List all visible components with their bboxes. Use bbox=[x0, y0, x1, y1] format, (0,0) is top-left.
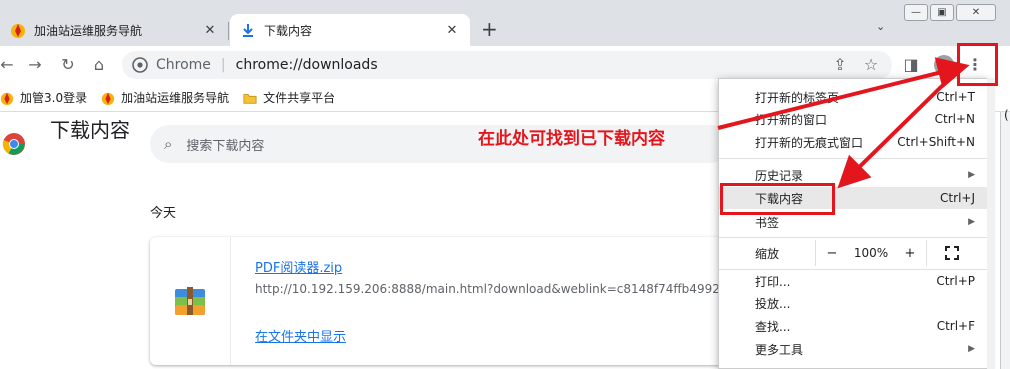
reload-icon[interactable]: ↻ bbox=[57, 54, 79, 76]
zoom-level: 100% bbox=[853, 246, 889, 260]
submenu-arrow-icon: ▶ bbox=[968, 344, 975, 354]
share-icon[interactable]: ⇪ bbox=[829, 54, 851, 76]
cnpc-logo-icon bbox=[11, 24, 25, 38]
menu-separator bbox=[719, 237, 989, 238]
chrome-main-menu: 打开新的标签页 Ctrl+T 打开新的窗口 Ctrl+N 打开新的无痕式窗口 C… bbox=[718, 78, 989, 369]
close-tab-icon[interactable]: ✕ bbox=[202, 23, 218, 38]
omnibox-brand: Chrome bbox=[156, 57, 211, 73]
adjacent-window-text: ( bbox=[1004, 108, 1009, 122]
bookmark-label: 加管3.0登录 bbox=[20, 91, 88, 105]
submenu-arrow-icon: ▶ bbox=[968, 217, 975, 227]
chrome-logo-icon bbox=[132, 57, 148, 73]
menu-item-new-incognito[interactable]: 打开新的无痕式窗口 Ctrl+Shift+N bbox=[719, 131, 989, 153]
tab-separator bbox=[228, 22, 229, 40]
menu-item-new-window[interactable]: 打开新的窗口 Ctrl+N bbox=[719, 108, 989, 130]
menu-item-cast[interactable]: 投放... bbox=[719, 292, 989, 314]
download-source-url: http://10.192.159.206:8888/main.html?dow… bbox=[255, 282, 740, 296]
minimize-button[interactable]: — bbox=[904, 4, 928, 21]
menu-item-more-tools[interactable]: 更多工具 ▶ bbox=[719, 338, 989, 360]
zoom-out-button[interactable]: − bbox=[816, 246, 848, 261]
fullscreen-icon[interactable] bbox=[945, 246, 959, 260]
omnibox-url[interactable]: chrome://downloads bbox=[236, 57, 378, 73]
window-controls: — ▣ ✕ bbox=[904, 4, 996, 21]
cnpc-logo-icon bbox=[0, 92, 14, 105]
new-tab-button[interactable]: + bbox=[481, 17, 498, 41]
bookmark-item[interactable]: 文件共享平台 bbox=[243, 89, 335, 106]
bookmark-label: 文件共享平台 bbox=[263, 91, 336, 105]
annotation-box-menu-button bbox=[957, 43, 998, 86]
date-section-label: 今天 bbox=[150, 206, 177, 221]
menu-zoom-row: 缩放 − 100% + bbox=[719, 240, 989, 266]
menu-item-print[interactable]: 打印... Ctrl+P bbox=[719, 270, 989, 292]
menu-item-find[interactable]: 查找... Ctrl+F bbox=[719, 315, 989, 337]
search-placeholder: 搜索下载内容 bbox=[186, 138, 265, 154]
search-icon: ⌕ bbox=[164, 135, 173, 153]
close-tab-icon[interactable]: ✕ bbox=[444, 23, 460, 38]
browser-window: 加油站运维服务导航 ✕ 下载内容 ✕ + ⌄ — ▣ ✕ ← → ↻ ⌂ Chr… bbox=[0, 0, 1010, 369]
menu-separator bbox=[719, 158, 989, 159]
profile-avatar[interactable] bbox=[934, 55, 954, 75]
bookmark-label: 加油站运维服务导航 bbox=[121, 91, 230, 105]
close-window-button[interactable]: ✕ bbox=[956, 4, 996, 21]
menu-scrollbar[interactable] bbox=[987, 78, 995, 369]
card-divider bbox=[230, 237, 231, 365]
annotation-callout-text: 在此处可找到已下载内容 bbox=[478, 129, 665, 149]
bookmark-item[interactable]: 加油站运维服务导航 bbox=[101, 89, 229, 106]
side-panel-icon[interactable]: ◨ bbox=[900, 54, 922, 76]
cnpc-logo-icon bbox=[101, 92, 115, 105]
submenu-arrow-icon: ▶ bbox=[968, 170, 975, 180]
adjacent-window-edge bbox=[1000, 112, 1010, 369]
home-icon[interactable]: ⌂ bbox=[88, 54, 110, 76]
download-filename-link[interactable]: PDF阅读器.zip bbox=[255, 257, 342, 276]
page-title: 下载内容 bbox=[50, 118, 130, 142]
show-in-folder-link[interactable]: 在文件夹中显示 bbox=[255, 326, 346, 345]
tab-service-nav[interactable]: 加油站运维服务导航 ✕ bbox=[0, 14, 228, 46]
menu-item-new-tab[interactable]: 打开新的标签页 Ctrl+T bbox=[719, 86, 989, 108]
tab-title: 下载内容 bbox=[264, 23, 313, 38]
address-bar[interactable]: Chrome | chrome://downloads bbox=[122, 51, 892, 79]
zip-archive-icon bbox=[175, 287, 205, 315]
tab-strip: 加油站运维服务导航 ✕ 下载内容 ✕ + ⌄ — ▣ ✕ bbox=[0, 0, 1010, 46]
download-icon bbox=[243, 24, 253, 37]
chrome-logo-icon bbox=[2, 133, 25, 155]
back-icon[interactable]: ← bbox=[0, 54, 18, 76]
tab-title: 加油站运维服务导航 bbox=[34, 23, 143, 38]
forward-icon[interactable]: → bbox=[24, 54, 46, 76]
zoom-in-button[interactable]: + bbox=[894, 246, 926, 261]
bookmark-star-icon[interactable]: ☆ bbox=[860, 54, 882, 76]
tab-downloads[interactable]: 下载内容 ✕ bbox=[230, 14, 470, 46]
bookmark-item[interactable]: 加管3.0登录 bbox=[0, 89, 87, 106]
omnibox-separator: | bbox=[220, 57, 226, 73]
restore-button[interactable]: ▣ bbox=[930, 4, 954, 21]
annotation-box-downloads-item bbox=[720, 183, 835, 215]
tab-search-icon[interactable]: ⌄ bbox=[876, 20, 885, 33]
download-item-card: PDF阅读器.zip http://10.192.159.206:8888/ma… bbox=[150, 237, 770, 365]
folder-icon bbox=[243, 93, 257, 104]
